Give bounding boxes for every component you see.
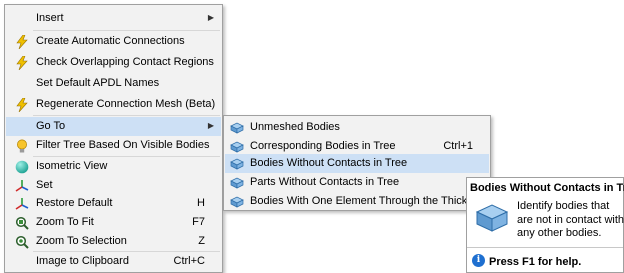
- menu-item-regenerate-connection-mesh[interactable]: Regenerate Connection Mesh (Beta): [6, 95, 221, 114]
- menu-item-label: Zoom To Selection: [36, 235, 127, 247]
- bulb-icon: [14, 138, 30, 154]
- bodies-icon: [229, 156, 245, 172]
- tooltip-separator: [467, 247, 623, 248]
- context-menu: Insert ▶ Create Automatic Connections Ch…: [4, 4, 223, 273]
- submenu-arrow-icon: ▶: [207, 13, 214, 22]
- bodies-icon: [229, 139, 245, 155]
- axes-icon: [14, 196, 30, 212]
- menu-item-label: Insert: [36, 12, 64, 24]
- globe-icon: [14, 159, 30, 175]
- menu-item-label: Set Default APDL Names: [36, 77, 160, 89]
- submenu-item-bodies-one-element[interactable]: Bodies With One Element Through the Thic…: [225, 192, 491, 211]
- tooltip: Bodies Without Contacts in Tree Identify…: [466, 177, 624, 273]
- menu-item-label: Set: [36, 179, 53, 191]
- lightning-icon: [14, 34, 30, 50]
- menu-separator: [33, 30, 220, 31]
- menu-item-label: Restore Default: [36, 197, 113, 209]
- submenu-item-label: Bodies With One Element Through the Thic…: [250, 195, 491, 207]
- menu-item-label: Image to Clipboard: [36, 255, 129, 267]
- shortcut-label: Z: [198, 235, 205, 247]
- menu-item-filter-tree[interactable]: Filter Tree Based On Visible Bodies: [6, 136, 221, 155]
- submenu-item-label: Corresponding Bodies in Tree: [250, 140, 396, 152]
- menu-item-label: Go To: [36, 120, 66, 132]
- menu-item-zoom-to-selection[interactable]: Zoom To Selection Z: [6, 232, 221, 251]
- bodies-icon: [229, 175, 245, 191]
- menu-item-set[interactable]: Set: [6, 176, 221, 195]
- submenu-item-parts-without-contacts[interactable]: Parts Without Contacts in Tree: [225, 173, 489, 192]
- menu-item-create-automatic-connections[interactable]: Create Automatic Connections: [6, 32, 221, 51]
- shortcut-label: H: [197, 197, 205, 209]
- lightning-icon: [14, 55, 30, 71]
- shortcut-label: Ctrl+C: [173, 255, 205, 267]
- menu-item-set-default-apdl-names[interactable]: Set Default APDL Names: [6, 74, 221, 93]
- menu-item-label: Regenerate Connection Mesh (Beta): [36, 98, 216, 110]
- menu-item-image-to-clipboard[interactable]: Image to Clipboard Ctrl+C: [6, 252, 221, 271]
- bodies-icon: [475, 203, 509, 236]
- lightning-icon: [14, 97, 30, 113]
- submenu-arrow-icon: ▶: [207, 121, 214, 130]
- zoom-fit-icon: [14, 215, 30, 231]
- menu-item-label: Create Automatic Connections: [36, 35, 185, 47]
- shortcut-label: F7: [192, 216, 205, 228]
- tooltip-title: Bodies Without Contacts in Tree: [470, 182, 624, 194]
- menu-item-restore-default[interactable]: Restore Default H: [6, 194, 221, 213]
- submenu-item-bodies-without-contacts[interactable]: Bodies Without Contacts in Tree: [225, 154, 489, 173]
- menu-item-zoom-to-fit[interactable]: Zoom To Fit F7: [6, 213, 221, 232]
- submenu-item-label: Parts Without Contacts in Tree: [250, 176, 400, 188]
- menu-item-label: Filter Tree Based On Visible Bodies: [36, 139, 210, 151]
- submenu-item-label: Unmeshed Bodies: [250, 121, 340, 133]
- menu-item-label: Isometric View: [36, 160, 108, 172]
- go-to-submenu: Unmeshed Bodies Corresponding Bodies in …: [223, 115, 491, 211]
- menu-item-label: Check Overlapping Contact Regions: [36, 56, 214, 68]
- bodies-icon: [229, 194, 245, 210]
- tooltip-body: Identify bodies that are not in contact …: [517, 200, 624, 239]
- axes-icon: [14, 178, 30, 194]
- submenu-item-label: Bodies Without Contacts in Tree: [250, 157, 408, 169]
- menu-item-insert[interactable]: Insert ▶: [6, 9, 221, 28]
- menu-item-label: Zoom To Fit: [36, 216, 94, 228]
- zoom-selection-icon: [14, 234, 30, 250]
- tooltip-help: Press F1 for help.: [489, 256, 582, 268]
- shortcut-label: Ctrl+1: [443, 140, 473, 152]
- menu-item-isometric-view[interactable]: Isometric View: [6, 157, 221, 176]
- menu-separator: [33, 115, 220, 116]
- bodies-icon: [229, 120, 245, 136]
- info-icon: i: [472, 254, 485, 267]
- menu-item-go-to[interactable]: Go To ▶: [6, 117, 221, 136]
- submenu-item-unmeshed-bodies[interactable]: Unmeshed Bodies: [225, 118, 489, 137]
- menu-item-check-overlapping-contact-regions[interactable]: Check Overlapping Contact Regions: [6, 53, 221, 72]
